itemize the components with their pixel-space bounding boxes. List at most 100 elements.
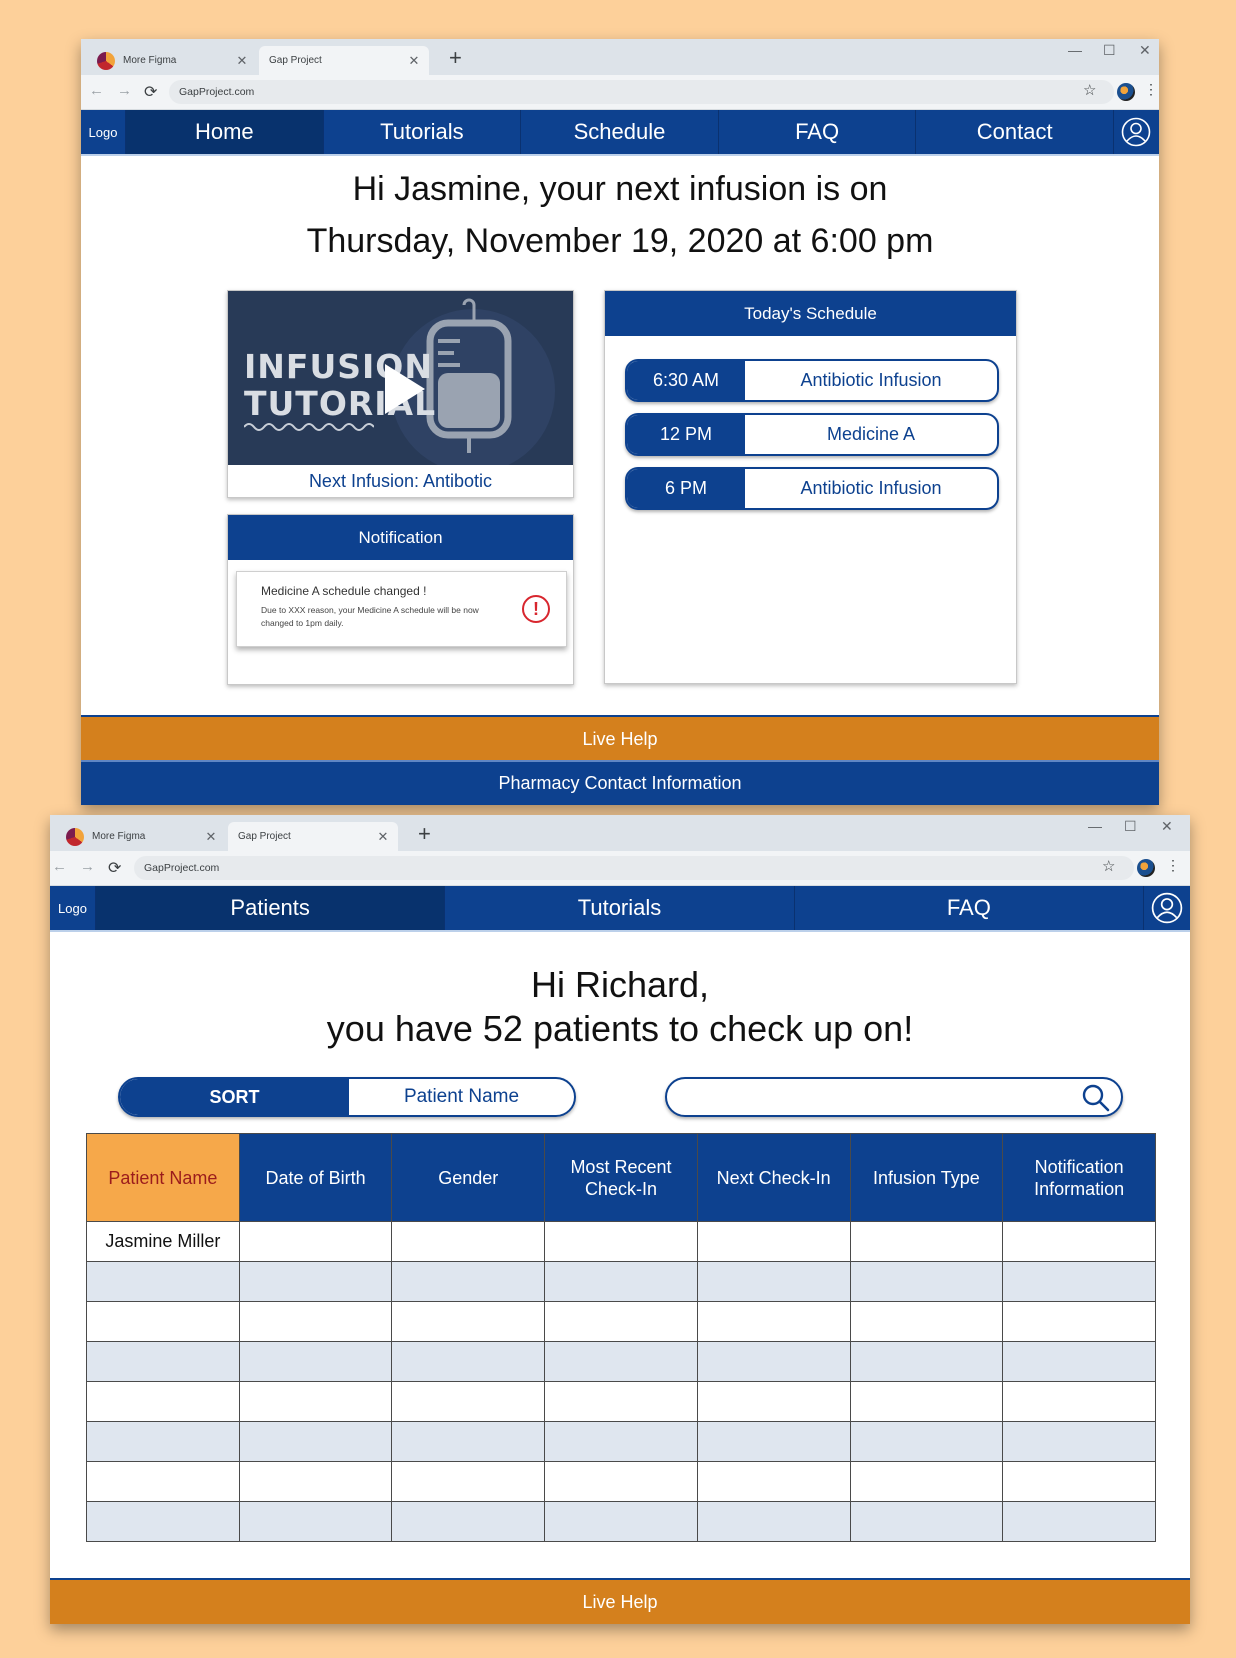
bookmark-star-icon[interactable]: ☆ <box>1102 857 1115 875</box>
figma-favicon-icon <box>97 51 115 70</box>
sort-control[interactable]: SORT Patient Name <box>118 1077 576 1117</box>
schedule-item[interactable]: 12 PM Medicine A <box>625 413 999 456</box>
pharmacy-contact-link[interactable]: Pharmacy Contact Information <box>81 760 1159 805</box>
column-header-notification-information[interactable]: Notification Information <box>1002 1133 1156 1222</box>
close-window-icon[interactable]: ✕ <box>1139 42 1151 59</box>
nav-home[interactable]: Home <box>126 110 324 154</box>
browser-tab-gap-project[interactable]: Gap Project ✕ <box>259 46 429 75</box>
bookmark-star-icon[interactable]: ☆ <box>1083 81 1096 99</box>
nav-tutorials[interactable]: Tutorials <box>324 110 522 154</box>
maximize-icon[interactable]: ☐ <box>1103 42 1116 59</box>
new-tab-button[interactable]: + <box>418 823 431 845</box>
table-header-row: Patient Name Date of Birth Gender Most R… <box>86 1133 1156 1222</box>
column-header-patient-name[interactable]: Patient Name <box>86 1133 240 1222</box>
schedule-time: 12 PM <box>627 415 745 454</box>
table-cell <box>1002 1381 1156 1422</box>
table-cell <box>696 1501 851 1542</box>
table-cell <box>238 1461 393 1502</box>
tab-close-icon[interactable]: ✕ <box>405 53 423 69</box>
nav-tutorials[interactable]: Tutorials <box>445 886 795 930</box>
browser-tab-bar: More Figma ✕ Gap Project ✕ + — ☐ ✕ <box>50 815 1190 851</box>
table-row[interactable] <box>86 1301 1156 1342</box>
forward-arrow-icon[interactable]: → <box>117 82 132 99</box>
new-tab-button[interactable]: + <box>449 47 462 69</box>
table-cell <box>238 1301 393 1342</box>
column-header-infusion-type[interactable]: Infusion Type <box>849 1133 1004 1222</box>
table-row[interactable] <box>86 1501 1156 1542</box>
nav-contact[interactable]: Contact <box>916 110 1114 154</box>
user-account-icon[interactable] <box>1114 110 1159 154</box>
maximize-icon[interactable]: ☐ <box>1124 818 1137 835</box>
nav-patients[interactable]: Patients <box>96 886 446 930</box>
nav-faq[interactable]: FAQ <box>795 886 1144 930</box>
column-header-next-check-in[interactable]: Next Check-In <box>696 1133 851 1222</box>
sort-field-select[interactable]: Patient Name <box>349 1079 574 1115</box>
notification-body: Due to XXX reason, your Medicine A sched… <box>261 605 479 628</box>
column-header-date-of-birth[interactable]: Date of Birth <box>238 1133 393 1222</box>
table-cell <box>391 1501 546 1542</box>
tab-title: Gap Project <box>269 55 322 66</box>
search-icon[interactable] <box>1081 1083 1111 1118</box>
column-header-gender[interactable]: Gender <box>391 1133 546 1222</box>
table-row[interactable] <box>86 1461 1156 1502</box>
tab-close-icon[interactable]: ✕ <box>233 53 251 69</box>
table-cell <box>696 1221 851 1262</box>
browser-tab-more-figma[interactable]: More Figma ✕ <box>87 46 257 75</box>
close-window-icon[interactable]: ✕ <box>1161 818 1173 835</box>
table-cell <box>238 1421 393 1462</box>
minimize-icon[interactable]: — <box>1068 42 1082 58</box>
notification-item[interactable]: Medicine A schedule changed ! Due to XXX… <box>236 571 567 647</box>
table-row[interactable] <box>86 1261 1156 1302</box>
table-cell <box>849 1261 1004 1302</box>
table-cell <box>238 1341 393 1382</box>
site-logo[interactable]: Logo <box>81 110 126 154</box>
user-account-icon[interactable] <box>1144 886 1190 930</box>
table-row[interactable] <box>86 1421 1156 1462</box>
wave-decoration-icon <box>244 423 374 431</box>
back-arrow-icon[interactable]: ← <box>52 858 67 875</box>
table-cell <box>1002 1301 1156 1342</box>
browser-tab-more-figma[interactable]: More Figma ✕ <box>56 822 226 851</box>
patient-search-input[interactable] <box>665 1077 1123 1117</box>
table-cell <box>696 1261 851 1302</box>
url-field[interactable]: GapProject.com <box>169 80 1114 104</box>
browser-profile-avatar[interactable] <box>1137 859 1155 877</box>
browser-menu-icon[interactable]: ⋮ <box>1144 81 1158 98</box>
forward-arrow-icon[interactable]: → <box>80 858 95 875</box>
video-thumbnail[interactable]: INFUSION TUTORIAL <box>228 291 573 465</box>
url-field[interactable]: GapProject.com <box>134 856 1134 880</box>
table-cell <box>1002 1501 1156 1542</box>
address-bar-row: ← → ⟳ GapProject.com ☆ ⋮ <box>50 851 1190 886</box>
browser-tab-gap-project[interactable]: Gap Project ✕ <box>228 822 398 851</box>
reload-icon[interactable]: ⟳ <box>108 858 121 878</box>
back-arrow-icon[interactable]: ← <box>89 82 104 99</box>
table-row[interactable]: Jasmine Miller <box>86 1221 1156 1262</box>
table-cell <box>544 1301 698 1342</box>
schedule-name: Medicine A <box>826 424 916 444</box>
table-cell <box>391 1421 546 1462</box>
tutorial-video-card[interactable]: INFUSION TUTORIAL Next Infusion: Antibot… <box>227 290 574 498</box>
browser-menu-icon[interactable]: ⋮ <box>1166 857 1180 874</box>
table-row[interactable] <box>86 1381 1156 1422</box>
tab-close-icon[interactable]: ✕ <box>374 829 392 845</box>
minimize-icon[interactable]: — <box>1088 818 1102 834</box>
schedule-item[interactable]: 6 PM Antibiotic Infusion <box>625 467 999 510</box>
schedule-item[interactable]: 6:30 AM Antibiotic Infusion <box>625 359 999 402</box>
play-button-icon[interactable] <box>385 364 425 414</box>
table-cell <box>391 1461 546 1502</box>
column-header-most-recent-check-in[interactable]: Most Recent Check-In <box>544 1133 698 1222</box>
tab-close-icon[interactable]: ✕ <box>202 829 220 845</box>
table-cell <box>696 1341 851 1382</box>
table-cell <box>544 1381 698 1422</box>
clinician-patients-window: More Figma ✕ Gap Project ✕ + — ☐ ✕ ← → ⟳… <box>50 815 1190 1624</box>
reload-icon[interactable]: ⟳ <box>144 82 157 102</box>
live-help-button[interactable]: Live Help <box>50 1578 1190 1624</box>
live-help-button[interactable]: Live Help <box>81 715 1159 761</box>
schedule-name: Antibiotic Infusion <box>800 370 942 390</box>
site-logo[interactable]: Logo <box>50 886 96 930</box>
table-row[interactable] <box>86 1341 1156 1382</box>
nav-schedule[interactable]: Schedule <box>521 110 719 154</box>
table-cell <box>86 1461 240 1502</box>
nav-faq[interactable]: FAQ <box>719 110 917 154</box>
browser-profile-avatar[interactable] <box>1117 83 1135 101</box>
